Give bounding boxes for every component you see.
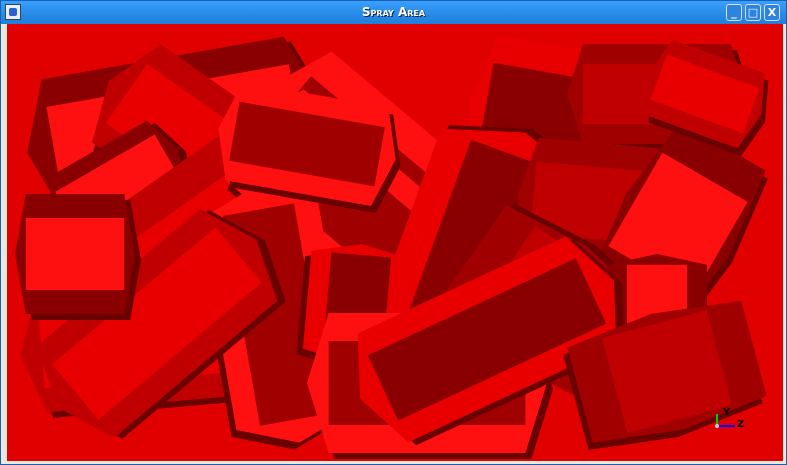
crystal-scene — [15, 35, 769, 459]
axis-indicator: Y Z — [713, 407, 753, 440]
maximize-button[interactable]: □ — [745, 4, 761, 21]
crystal — [15, 194, 141, 320]
close-icon: X — [767, 6, 777, 19]
axis-label-z: Z — [737, 419, 745, 430]
axis-triad-icon — [715, 414, 735, 428]
crystal-face — [25, 218, 125, 290]
minimize-button[interactable]: _ — [726, 4, 742, 21]
close-button[interactable]: X — [764, 4, 780, 21]
window-title: Spray Area — [361, 5, 426, 19]
title-bar[interactable]: Spray Area _ □ X — [1, 1, 786, 24]
minimize-icon: _ — [731, 6, 737, 19]
maximize-icon: □ — [747, 6, 759, 19]
spray-area-window: Spray Area _ □ X Y Z — [0, 0, 787, 465]
3d-viewport[interactable]: Y Z — [7, 24, 783, 461]
axis-label-y: Y — [723, 407, 731, 418]
